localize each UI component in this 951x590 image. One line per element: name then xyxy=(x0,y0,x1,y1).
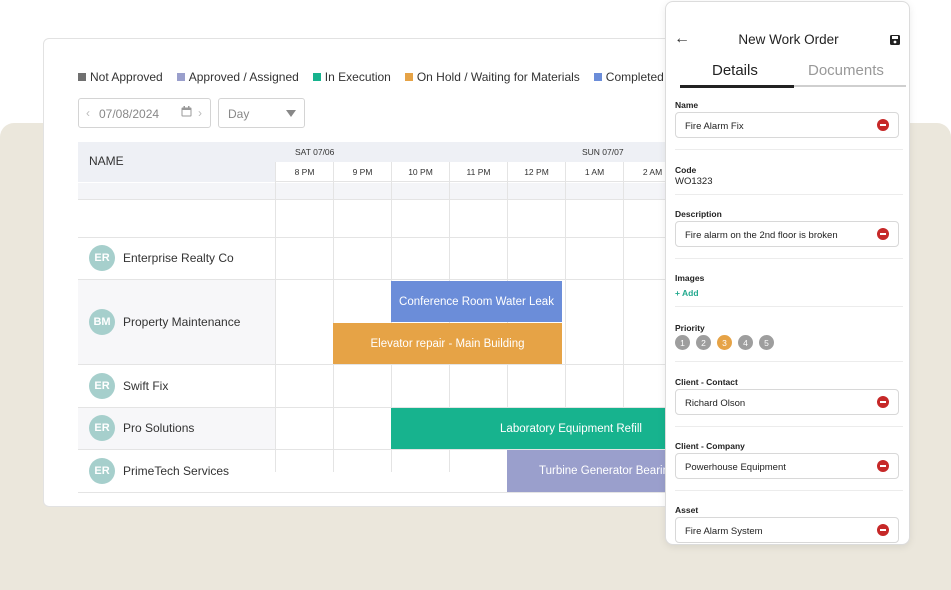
chevron-right-icon[interactable]: › xyxy=(198,106,202,120)
client-contact-field[interactable]: Richard Olson xyxy=(675,389,899,415)
images-label: Images xyxy=(675,273,705,283)
hour-label: 1 AM xyxy=(565,162,623,182)
resource-row-primetech[interactable]: ER PrimeTech Services xyxy=(89,458,229,484)
spacer-row xyxy=(78,183,749,199)
day-label: SUN 07/07 xyxy=(582,147,624,157)
name-label: Name xyxy=(675,100,699,110)
avatar: ER xyxy=(89,415,115,441)
hour-label: 9 PM xyxy=(333,162,391,182)
description-field[interactable]: Fire alarm on the 2nd floor is broken xyxy=(675,221,899,247)
app-stage: Not Approved Approved / Assigned In Exec… xyxy=(0,0,951,590)
calendar-icon[interactable] xyxy=(181,106,192,117)
legend-item-on-hold: On Hold / Waiting for Materials xyxy=(404,70,580,84)
hour-label: 8 PM xyxy=(275,162,333,182)
priority-label: Priority xyxy=(675,323,705,333)
resource-name: Pro Solutions xyxy=(123,421,195,435)
remove-icon[interactable] xyxy=(877,524,889,536)
chevron-left-icon[interactable]: ‹ xyxy=(86,106,90,120)
name-field[interactable]: Fire Alarm Fix xyxy=(675,112,899,138)
legend-item-in-execution: In Execution xyxy=(312,70,391,84)
dropdown-arrow-icon xyxy=(286,110,296,117)
remove-icon[interactable] xyxy=(877,119,889,131)
avatar: ER xyxy=(89,245,115,271)
day-label: SAT 07/06 xyxy=(295,147,335,157)
tab-indicator xyxy=(680,85,794,88)
legend-swatch xyxy=(78,73,86,81)
date-picker[interactable]: ‹ 07/08/2024 › xyxy=(78,98,211,128)
resource-row-swift-fix[interactable]: ER Swift Fix xyxy=(89,373,168,399)
event-elevator-repair[interactable]: Elevator repair - Main Building xyxy=(333,323,562,364)
description-label: Description xyxy=(675,209,722,219)
resource-name: Enterprise Realty Co xyxy=(123,251,234,265)
schedule-grid: NAME SAT 07/06 SUN 07/07 8 PM 9 PM 10 PM… xyxy=(78,142,749,493)
remove-icon[interactable] xyxy=(877,396,889,408)
code-value: WO1323 xyxy=(675,176,713,187)
resource-row-property-maintenance[interactable]: BM Property Maintenance xyxy=(89,309,240,335)
hour-label: 11 PM xyxy=(449,162,507,182)
code-label: Code xyxy=(675,165,697,175)
panel-title: New Work Order xyxy=(738,32,839,47)
priority-option-2[interactable]: 2 xyxy=(696,335,711,350)
remove-icon[interactable] xyxy=(877,460,889,472)
resource-row-enterprise-realty[interactable]: ER Enterprise Realty Co xyxy=(89,245,234,271)
legend-swatch xyxy=(176,73,185,81)
priority-option-1[interactable]: 1 xyxy=(675,335,690,350)
date-value: 07/08/2024 xyxy=(99,107,160,121)
resource-name: PrimeTech Services xyxy=(123,464,230,478)
legend-item-approved: Approved / Assigned xyxy=(176,70,299,84)
client-company-field[interactable]: Powerhouse Equipment xyxy=(675,453,899,479)
priority-option-5[interactable]: 5 xyxy=(759,335,774,350)
status-legend: Not Approved Approved / Assigned In Exec… xyxy=(78,70,664,84)
priority-option-3[interactable]: 3 xyxy=(717,335,732,350)
resource-name: Property Maintenance xyxy=(123,315,241,329)
priority-option-4[interactable]: 4 xyxy=(738,335,753,350)
legend-swatch xyxy=(312,73,321,81)
client-company-label: Client - Company xyxy=(675,441,745,451)
view-select[interactable]: Day xyxy=(218,98,305,128)
avatar: ER xyxy=(89,458,115,484)
avatar: ER xyxy=(89,373,115,399)
name-column-header: NAME xyxy=(78,142,275,182)
asset-field[interactable]: Fire Alarm System xyxy=(675,517,899,543)
hour-label: 10 PM xyxy=(391,162,449,182)
client-contact-label: Client - Contact xyxy=(675,377,738,387)
legend-item-not-approved: Not Approved xyxy=(78,70,163,84)
legend-item-completed: Completed xyxy=(593,70,664,84)
tab-details[interactable]: Details xyxy=(712,62,758,79)
work-order-panel: ← New Work Order Details Documents Name … xyxy=(665,1,910,545)
avatar: BM xyxy=(89,309,115,335)
asset-label: Asset xyxy=(675,505,699,515)
remove-icon[interactable] xyxy=(877,228,889,240)
hour-label: 12 PM xyxy=(507,162,565,182)
legend-swatch xyxy=(593,73,602,81)
event-conference-room-water-leak[interactable]: Conference Room Water Leak xyxy=(391,281,562,322)
save-icon[interactable] xyxy=(890,35,900,45)
add-image-link[interactable]: + Add xyxy=(675,288,699,298)
tab-documents[interactable]: Documents xyxy=(808,62,884,79)
resource-row-pro-solutions[interactable]: ER Pro Solutions xyxy=(89,415,194,441)
legend-swatch xyxy=(404,73,413,81)
scheduler-card: Not Approved Approved / Assigned In Exec… xyxy=(43,38,750,507)
resource-name: Swift Fix xyxy=(123,379,169,393)
